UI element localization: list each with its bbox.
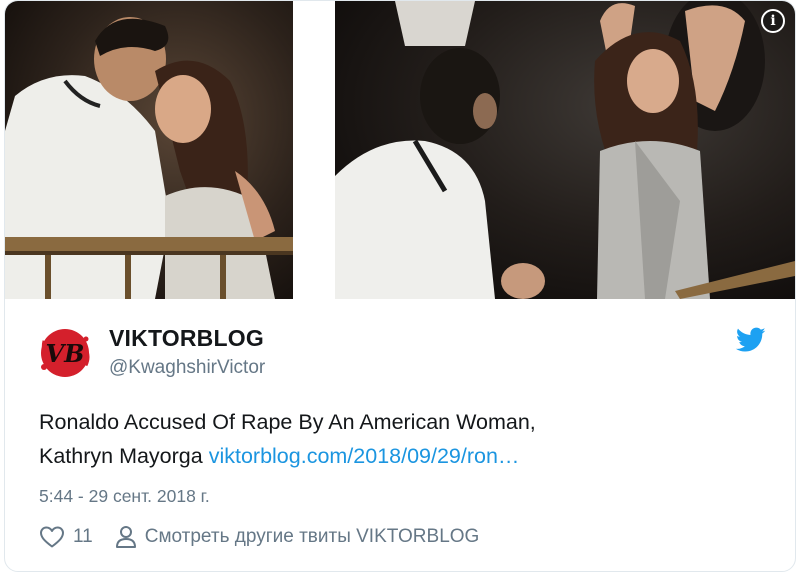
tweet-text-line1: Ronaldo Accused Of Rape By An American W… [39, 410, 536, 434]
avatar[interactable]: VB [39, 327, 91, 379]
tweet-timestamp[interactable]: 5:44 - 29 сент. 2018 г. [39, 486, 210, 507]
tweet-text: Ronaldo Accused Of Rape By An American W… [39, 405, 719, 473]
like-count: 11 [73, 526, 93, 547]
twitter-bird-icon[interactable] [736, 327, 766, 353]
tweet-card[interactable]: i VB VIKTORBLOG @KwaghshirVictor Ronaldo… [4, 0, 796, 572]
tweet-actions: 11 Смотреть другие твиты VIKTORBLOG [39, 521, 479, 553]
more-tweets-link[interactable]: Смотреть другие твиты VIKTORBLOG [115, 525, 480, 549]
tweet-text-line2: Kathryn Mayorga viktorblog.com/2018/09/2… [39, 439, 719, 473]
tweet-text-line2-prefix: Kathryn Mayorga [39, 444, 209, 468]
avatar-letters: VB [46, 339, 85, 368]
info-icon-glyph: i [770, 13, 776, 29]
heart-icon [40, 526, 64, 548]
user-handle[interactable]: @KwaghshirVictor [109, 357, 265, 379]
like-button[interactable]: 11 [39, 525, 93, 549]
photo-right[interactable] [335, 1, 795, 299]
photo-left[interactable] [5, 1, 293, 299]
person-icon [115, 526, 136, 548]
tweet-link[interactable]: viktorblog.com/2018/09/29/ron… [209, 444, 520, 468]
info-icon[interactable]: i [761, 9, 785, 33]
more-tweets-label: Смотреть другие твиты VIKTORBLOG [144, 526, 480, 547]
display-name[interactable]: VIKTORBLOG [109, 325, 264, 352]
tweet-media[interactable]: i [5, 1, 795, 299]
